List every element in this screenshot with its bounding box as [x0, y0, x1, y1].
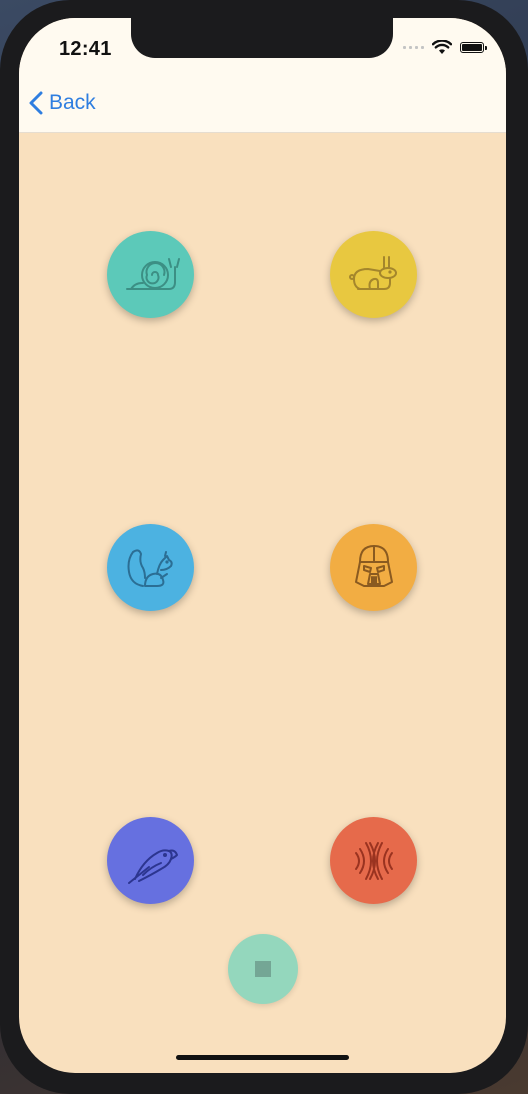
screen: 12:41 Back: [19, 18, 506, 1073]
home-indicator: [176, 1055, 349, 1060]
parrot-button[interactable]: [107, 817, 194, 904]
phone-frame: 12:41 Back: [0, 0, 528, 1094]
rabbit-icon: [348, 255, 397, 290]
snail-icon: [125, 257, 180, 290]
animal-grid: [19, 132, 506, 1073]
snail-button[interactable]: [107, 231, 194, 318]
chevron-left-icon: [29, 91, 43, 115]
parrot-icon: [127, 848, 178, 884]
squirrel-icon: [127, 548, 173, 587]
sound-waves-icon: [354, 841, 393, 880]
wifi-icon: [432, 40, 452, 54]
darth-vader-icon: [354, 544, 393, 587]
back-button[interactable]: Back: [29, 91, 96, 115]
stop-button[interactable]: [228, 934, 298, 1004]
battery-icon: [460, 42, 487, 53]
waves-button[interactable]: [330, 817, 417, 904]
back-label: Back: [49, 91, 96, 114]
squirrel-button[interactable]: [107, 524, 194, 611]
status-icons: [403, 40, 487, 55]
vader-button[interactable]: [330, 524, 417, 611]
notch: [131, 18, 393, 58]
rabbit-button[interactable]: [330, 231, 417, 318]
cellular-icon: [403, 46, 424, 49]
navigation-bar: 12:41 Back: [19, 18, 506, 133]
stop-icon: [255, 961, 271, 977]
status-time: 12:41: [59, 38, 112, 60]
